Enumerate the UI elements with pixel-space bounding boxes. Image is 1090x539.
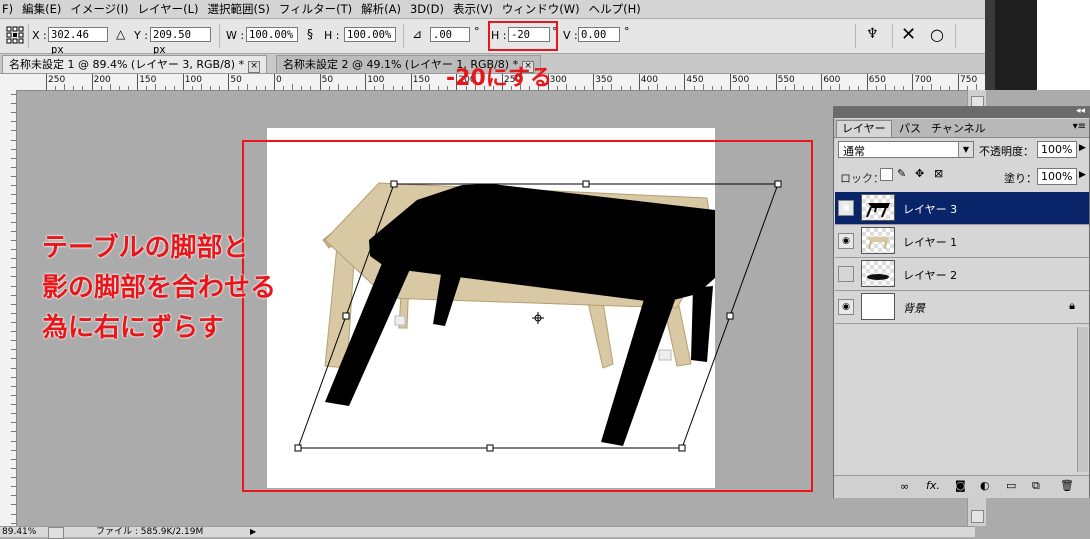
lock-icon: 🔒︎ xyxy=(1069,299,1075,312)
add-mask-icon[interactable]: ◙ xyxy=(955,479,966,492)
eye-hidden-icon[interactable] xyxy=(838,266,854,282)
opacity-label: 不透明度： xyxy=(979,145,1034,158)
layer-row-layer-1[interactable]: ◉ レイヤー 1 xyxy=(835,225,1089,258)
new-group-icon[interactable]: ▭ xyxy=(1006,479,1016,492)
tab-layers[interactable]: レイヤー xyxy=(836,120,892,137)
lock-move-icon[interactable]: ✥ xyxy=(915,167,924,180)
layer-thumbnail xyxy=(861,293,895,320)
layers-scrollbar[interactable] xyxy=(1077,327,1088,472)
layer-name: 背景 xyxy=(903,302,925,315)
layer-row-layer-3[interactable]: ◉ レイヤー 3 xyxy=(835,192,1089,225)
layer-thumbnail xyxy=(861,194,895,221)
status-bar: 89.41% ファイル : 585.9K/2.19M ▶ xyxy=(0,526,975,539)
trash-icon[interactable]: 🗑︎ xyxy=(1060,479,1074,492)
chevron-down-icon[interactable]: ▼ xyxy=(958,142,973,157)
layer-name: レイヤー 2 xyxy=(903,269,958,282)
lock-label: ロック： xyxy=(840,172,884,185)
layer-thumbnail xyxy=(861,227,895,254)
panel-title-bar[interactable]: ◂◂ xyxy=(834,106,1089,118)
eye-icon[interactable]: ◉ xyxy=(838,299,854,315)
layers-bottom-toolbar: ∞ fx. ◙ ◐ ▭ ⧉ 🗑︎ xyxy=(834,475,1089,498)
tab-paths[interactable]: パス xyxy=(894,121,926,137)
layers-panel: ◂◂ レイヤー パス チャンネル ▾≡ 通常 ▼ 不透明度： 100% ▶ ロッ… xyxy=(833,106,1090,498)
annotation-frame xyxy=(242,140,813,492)
panel-menu-icon[interactable]: ▾≡ xyxy=(1073,121,1086,132)
layer-name: レイヤー 1 xyxy=(903,236,958,249)
status-menu-icon[interactable] xyxy=(48,527,64,539)
eye-icon[interactable]: ◉ xyxy=(838,233,854,249)
tab-channels[interactable]: チャンネル xyxy=(926,121,991,137)
fx-icon[interactable]: fx. xyxy=(926,479,940,492)
blend-mode-value: 通常 xyxy=(843,145,865,158)
annotation-instructions: テーブルの脚部と 影の脚部を合わせる 為に右にずらす xyxy=(42,228,276,348)
fill-slider-arrow-icon[interactable]: ▶ xyxy=(1079,170,1086,180)
opacity-slider-arrow-icon[interactable]: ▶ xyxy=(1079,143,1086,153)
fill-label: 塗り： xyxy=(1004,172,1037,185)
layer-row-layer-2[interactable]: レイヤー 2 xyxy=(835,258,1089,291)
eye-icon[interactable]: ◉ xyxy=(838,200,854,216)
lock-brush-icon[interactable]: ✎ xyxy=(897,167,906,180)
annotation-line: 為に右にずらす xyxy=(42,313,224,343)
layer-row-background[interactable]: ◉ 背景 🔒︎ xyxy=(835,291,1089,324)
link-layers-icon[interactable]: ∞ xyxy=(900,480,909,493)
lock-transparency-icon[interactable] xyxy=(880,168,893,181)
annotation-line: テーブルの脚部と xyxy=(42,233,249,263)
annotation-set-minus-20: -20にする xyxy=(446,66,552,91)
layer-thumbnail xyxy=(861,260,895,287)
lock-all-icon[interactable]: ⊠ xyxy=(934,167,943,180)
adjustment-layer-icon[interactable]: ◐ xyxy=(980,479,990,492)
annotation-line: 影の脚部を合わせる xyxy=(42,273,277,303)
layer-name: レイヤー 3 xyxy=(903,203,958,216)
new-layer-icon[interactable]: ⧉ xyxy=(1032,479,1040,493)
opacity-input[interactable]: 100% xyxy=(1037,141,1077,158)
collapse-icon[interactable]: ◂◂ xyxy=(1076,106,1085,116)
fill-input[interactable]: 100% xyxy=(1037,168,1077,185)
blend-mode-select[interactable]: 通常 ▼ xyxy=(838,141,974,158)
panel-tab-bar: レイヤー パス チャンネル ▾≡ xyxy=(834,119,1089,138)
